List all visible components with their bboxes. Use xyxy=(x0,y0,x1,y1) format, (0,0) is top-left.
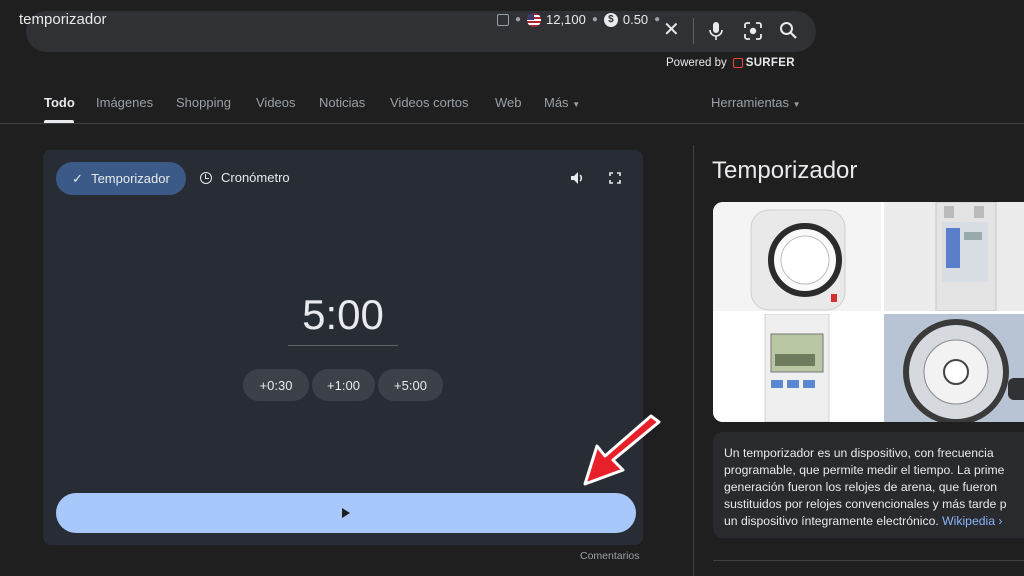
us-flag-icon xyxy=(527,12,542,27)
play-icon xyxy=(342,508,350,518)
description-line: programable, que permite medir el tiempo… xyxy=(724,463,1005,477)
powered-by-label: Powered by xyxy=(666,57,727,69)
caret-down-icon: ▼ xyxy=(792,100,801,109)
surfer-brand: SURFER xyxy=(745,57,795,69)
gallery-image[interactable] xyxy=(713,314,881,422)
description-line: Un temporizador es un dispositivo, con f… xyxy=(724,446,994,460)
image-gallery[interactable] xyxy=(713,202,1024,422)
tab-mas-label: Más xyxy=(544,95,569,110)
plug-timer-image xyxy=(750,209,846,311)
tab-web[interactable]: Web xyxy=(495,95,522,110)
search-bar[interactable] xyxy=(26,11,816,52)
panel-bottom-divider xyxy=(713,560,1024,561)
search-input[interactable]: temporizador xyxy=(19,11,107,28)
description-line: un dispositivo íntegramente electrónico.… xyxy=(724,513,1024,530)
add-30s-button[interactable]: +0:30 xyxy=(243,369,309,401)
timer-tab-label: Temporizador xyxy=(91,171,170,186)
timer-card xyxy=(43,150,643,545)
tools-button[interactable]: Herramientas ▼ xyxy=(711,95,801,110)
knowledge-panel-title: Temporizador xyxy=(712,157,858,184)
digital-timer-image xyxy=(764,314,830,422)
tab-mas[interactable]: Más ▼ xyxy=(544,95,580,110)
tab-todo[interactable]: Todo xyxy=(44,95,75,110)
description-line: generación fueron los relojes de arena, … xyxy=(724,480,998,494)
wikipedia-link[interactable]: Wikipedia › xyxy=(942,514,1002,528)
start-timer-button[interactable] xyxy=(56,493,636,533)
search-icon[interactable] xyxy=(779,21,798,40)
search-divider xyxy=(693,18,694,44)
description-line-text: un dispositivo íntegramente electrónico. xyxy=(724,514,943,528)
more-images-icon[interactable] xyxy=(1008,378,1024,400)
timer-tab[interactable]: ✓ Temporizador xyxy=(56,162,186,195)
timer-display[interactable]: 5:00 xyxy=(288,291,398,339)
tab-imagenes[interactable]: Imágenes xyxy=(96,95,153,110)
tab-videos-cortos[interactable]: Videos cortos xyxy=(390,95,469,110)
tabs-divider xyxy=(0,123,1024,124)
din-timer-image xyxy=(935,202,997,311)
gallery-image[interactable] xyxy=(713,202,881,311)
tab-shopping[interactable]: Shopping xyxy=(176,95,231,110)
red-arrow-annotation xyxy=(583,414,661,486)
timer-display-underline xyxy=(288,345,398,346)
tab-videos[interactable]: Videos xyxy=(256,95,296,110)
close-icon[interactable]: ✕ xyxy=(663,20,680,40)
search-volume: 12,100 xyxy=(546,12,586,27)
stopwatch-tab[interactable]: Cronómetro xyxy=(200,170,290,185)
volume-icon[interactable] xyxy=(570,171,585,185)
cpc-value: 0.50 xyxy=(622,12,649,27)
feedback-link[interactable]: Comentarios xyxy=(580,550,640,562)
mechanical-timer-image xyxy=(903,319,1009,422)
panel-divider xyxy=(693,145,694,576)
add-1m-button[interactable]: +1:00 xyxy=(312,369,375,401)
powered-by-surfer[interactable]: Powered by SURFER xyxy=(666,57,795,69)
surfer-logo-icon xyxy=(732,58,743,68)
microphone-icon[interactable] xyxy=(708,21,724,41)
tools-label: Herramientas xyxy=(711,95,790,110)
description-line: sustituidos por relojes convencionales y… xyxy=(724,497,1007,511)
stopwatch-tab-label: Cronómetro xyxy=(221,170,290,185)
dollar-icon: $ xyxy=(603,12,618,27)
gallery-image[interactable] xyxy=(884,314,1024,422)
gallery-image[interactable] xyxy=(884,202,1024,311)
camera-search-icon[interactable] xyxy=(743,21,763,41)
knowledge-panel-description: Un temporizador es un dispositivo, con f… xyxy=(724,445,1024,530)
tab-noticias[interactable]: Noticias xyxy=(319,95,365,110)
extension-checkbox[interactable] xyxy=(497,13,509,26)
fullscreen-icon[interactable] xyxy=(609,172,621,184)
add-5m-button[interactable]: +5:00 xyxy=(378,369,443,401)
surfer-extension-stats: ● 12,100 ● $ 0.50 ● xyxy=(497,12,666,27)
check-icon: ✓ xyxy=(72,170,84,186)
clock-icon xyxy=(200,171,212,184)
caret-down-icon: ▼ xyxy=(572,100,581,109)
